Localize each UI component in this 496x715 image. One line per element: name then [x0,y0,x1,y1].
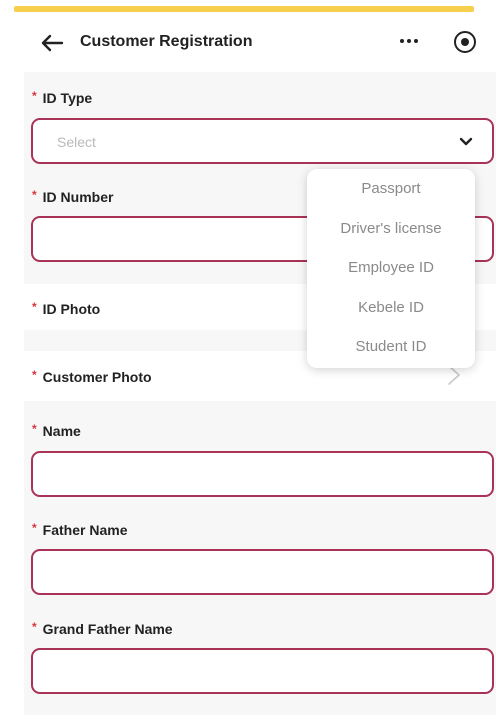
customer-photo-label-text: Customer Photo [42,369,152,385]
grand-father-name-label: * Grand Father Name [32,620,173,637]
father-name-label: * Father Name [32,521,128,538]
name-input[interactable] [31,451,494,497]
dropdown-option-employee-id[interactable]: Employee ID [307,259,475,276]
id-type-label-text: ID Type [42,90,93,106]
required-mark: * [32,422,37,436]
id-type-dropdown: Passport Driver's license Employee ID Ke… [307,169,475,368]
more-options-button[interactable] [395,30,423,52]
grand-father-name-label-text: Grand Father Name [42,621,173,637]
chevron-down-icon [459,137,473,146]
dropdown-option-student-id[interactable]: Student ID [307,338,475,355]
required-mark: * [32,188,37,202]
arrow-left-icon [41,34,64,52]
more-dot [407,39,411,43]
id-photo-label: * ID Photo [32,300,101,317]
name-label-text: Name [42,423,81,439]
back-button[interactable] [38,31,66,55]
more-dot [414,39,418,43]
required-mark: * [32,300,37,314]
customer-photo-label: * Customer Photo [32,368,152,385]
record-button[interactable] [454,31,476,53]
more-dots-icon [400,39,404,43]
required-mark: * [32,368,37,382]
father-name-input[interactable] [31,549,494,595]
id-number-label: * ID Number [32,188,114,205]
dropdown-option-passport[interactable]: Passport [307,180,475,197]
id-photo-label-text: ID Photo [42,301,101,317]
top-status-strip [14,6,474,12]
id-type-label: * ID Type [32,89,93,106]
required-mark: * [32,521,37,535]
id-type-placeholder: Select [57,134,96,150]
dropdown-option-kebele-id[interactable]: Kebele ID [307,299,475,316]
app-header: Customer Registration [24,14,496,72]
app-screen: Customer Registration * ID Type Select * I… [24,14,496,715]
dropdown-option-drivers-license[interactable]: Driver's license [307,220,475,237]
id-type-select[interactable]: Select [31,118,494,164]
grand-father-name-input[interactable] [31,648,494,694]
required-mark: * [32,89,37,103]
page-title: Customer Registration [80,33,253,50]
record-icon [461,38,469,46]
required-mark: * [32,620,37,634]
father-name-label-text: Father Name [42,522,128,538]
id-number-label-text: ID Number [42,189,114,205]
name-label: * Name [32,422,81,439]
